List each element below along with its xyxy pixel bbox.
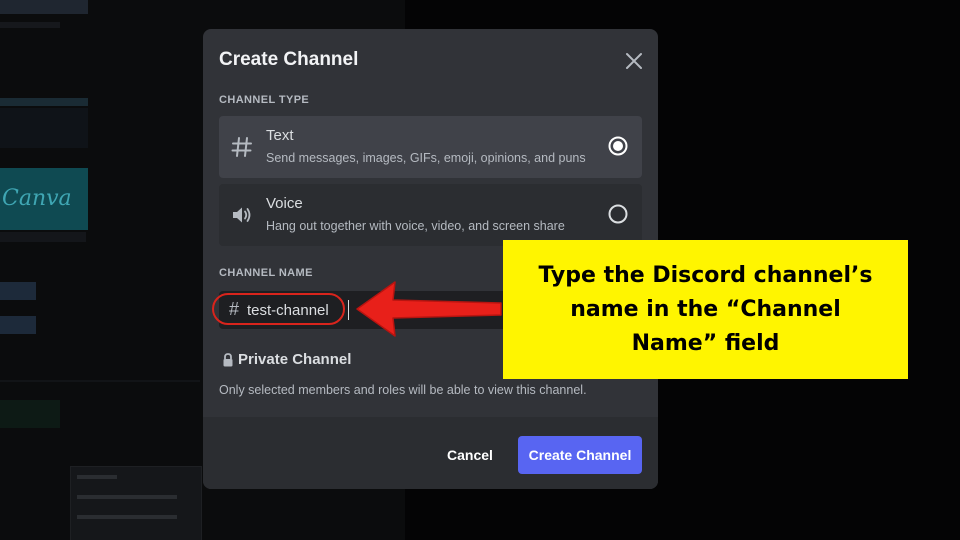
background-panel — [0, 108, 88, 148]
background-bar — [0, 98, 88, 106]
instruction-callout: Type the Discord channel’s name in the “… — [503, 240, 908, 379]
background-thumbnail-logo: Canva — [2, 186, 72, 211]
background-chip — [0, 282, 36, 300]
channel-type-text-option[interactable]: Text Send messages, images, GIFs, emoji,… — [219, 116, 642, 178]
highlight-oval — [212, 293, 345, 325]
background-divider — [0, 380, 200, 382]
background-mini-row — [77, 515, 177, 519]
instruction-text: Type the Discord channel’s name in the “… — [538, 262, 873, 356]
background-mini-row — [77, 495, 177, 499]
channel-type-description: Hang out together with voice, video, and… — [266, 219, 565, 233]
channel-type-description: Send messages, images, GIFs, emoji, opin… — [266, 151, 586, 165]
background-panel — [0, 400, 60, 428]
channel-type-voice-option[interactable]: Voice Hang out together with voice, vide… — [219, 184, 642, 246]
background-mini-row — [77, 475, 117, 479]
close-icon — [626, 53, 642, 69]
channel-type-name: Voice — [266, 195, 303, 212]
radio-unselected-icon[interactable] — [608, 204, 628, 224]
screen: Canva Create Channel CHANNEL TYPE Text S… — [0, 0, 960, 540]
background-divider — [0, 22, 60, 28]
hash-icon — [229, 134, 255, 160]
background-tab — [0, 0, 88, 14]
channel-type-label: CHANNEL TYPE — [219, 94, 310, 106]
background-divider — [0, 232, 86, 242]
modal-footer: Cancel Create Channel — [203, 417, 658, 489]
text-caret — [348, 300, 349, 320]
background-chip — [0, 316, 36, 334]
cancel-button[interactable]: Cancel — [429, 436, 511, 474]
radio-selected-icon[interactable] — [608, 136, 628, 156]
close-button[interactable] — [622, 49, 646, 73]
pointer-arrow-icon — [356, 281, 502, 337]
create-channel-button[interactable]: Create Channel — [518, 436, 642, 474]
private-channel-label: Private Channel — [238, 351, 352, 368]
modal-title: Create Channel — [219, 49, 359, 70]
speaker-icon — [229, 202, 255, 228]
channel-name-label: CHANNEL NAME — [219, 267, 313, 279]
channel-type-name: Text — [266, 127, 294, 144]
lock-icon — [223, 353, 233, 367]
private-channel-description: Only selected members and roles will be … — [219, 383, 587, 397]
background-mini-modal — [70, 466, 202, 540]
